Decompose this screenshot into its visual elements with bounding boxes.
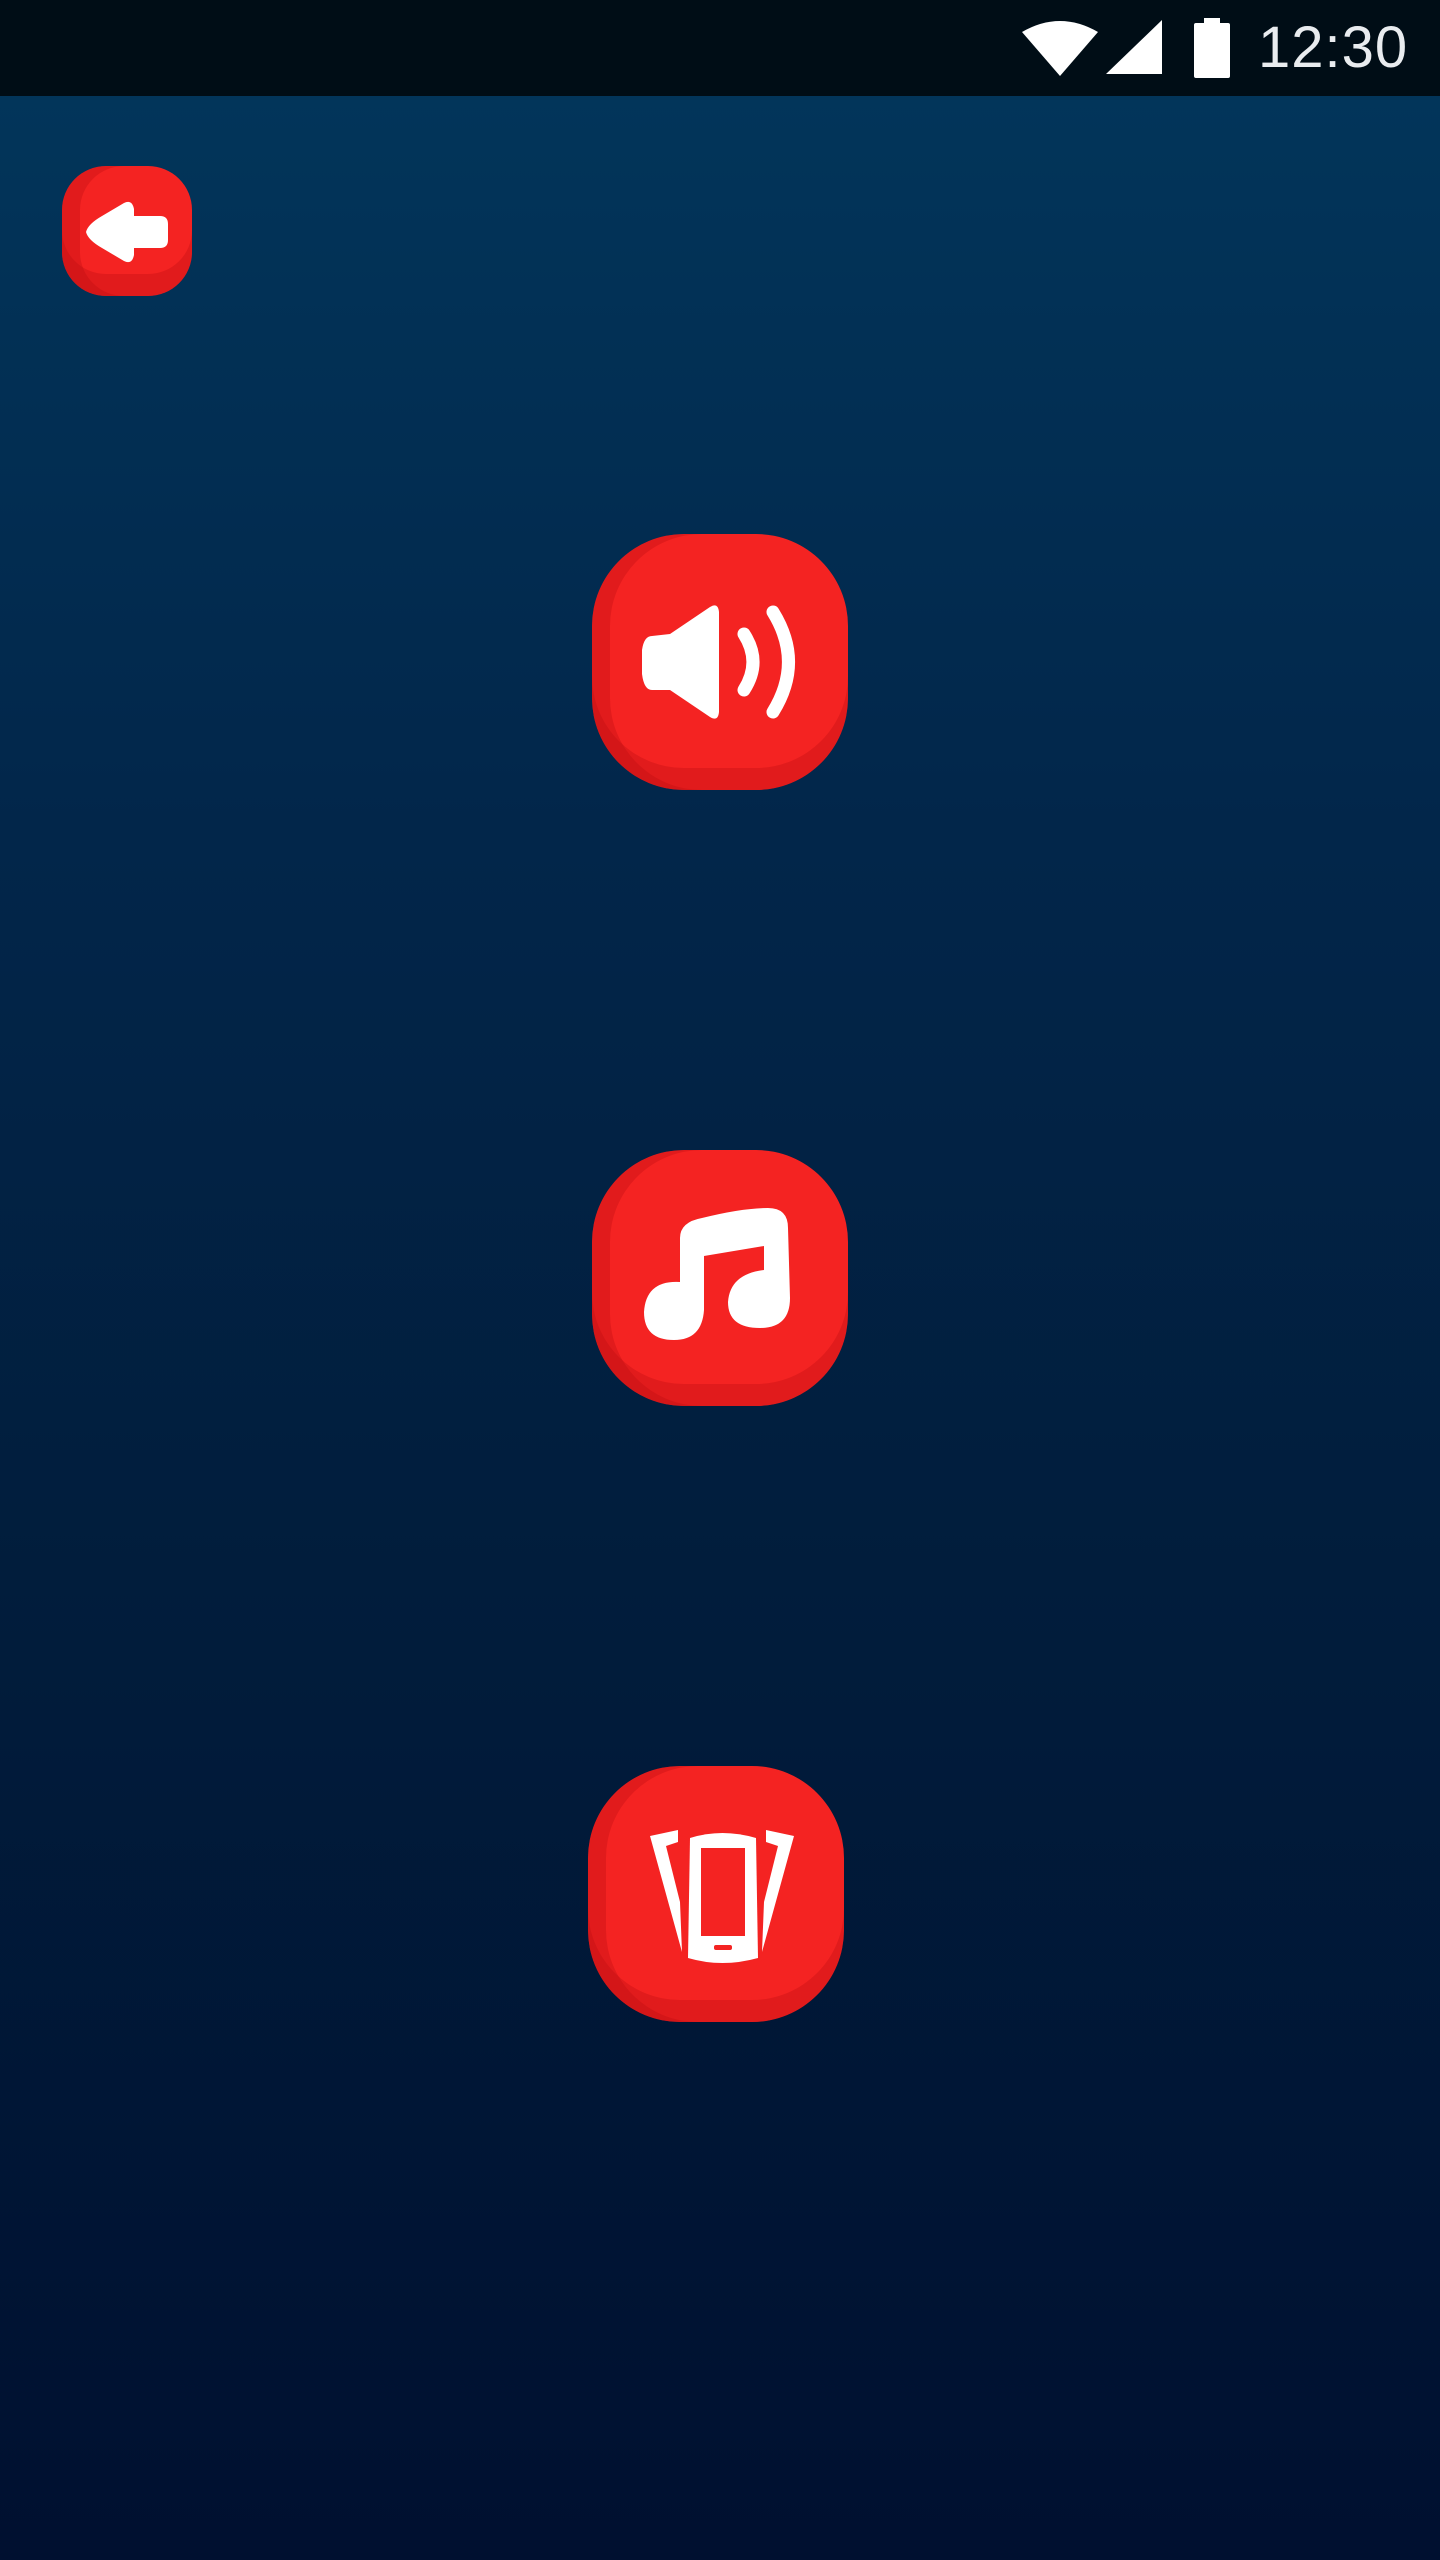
phone-vibrate-icon [650, 1830, 794, 1963]
vibrate-button[interactable] [588, 1766, 844, 2022]
battery-icon [1194, 18, 1230, 78]
cellular-signal-icon [1106, 20, 1162, 74]
back-button[interactable] [62, 166, 192, 296]
wifi-icon [1022, 21, 1098, 76]
clock: 12:30 [1258, 15, 1409, 80]
sound-button[interactable] [592, 534, 848, 790]
arrow-left-icon [86, 201, 168, 263]
speaker-volume-icon [642, 605, 795, 719]
music-button[interactable] [592, 1150, 848, 1406]
music-note-icon [644, 1208, 790, 1340]
status-bar: 12:30 [0, 0, 1440, 96]
